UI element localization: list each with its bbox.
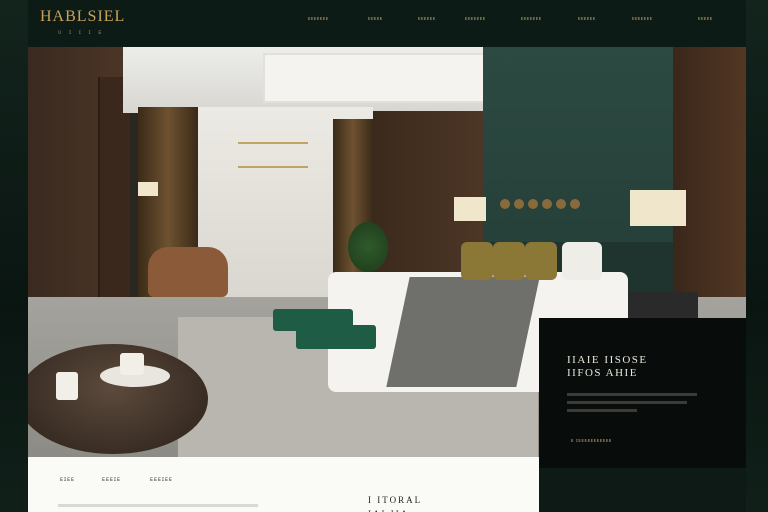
- pillow: [525, 242, 557, 280]
- logo-tagline: ᴜ ɪ ɪ ɪ ᴇ: [58, 30, 105, 36]
- footer-tab-1[interactable]: ᴇɪᴇᴇ: [60, 477, 75, 483]
- footer-tab-3[interactable]: ᴇᴇᴇɪᴇᴇ: [150, 477, 173, 483]
- pillow: [461, 242, 493, 280]
- nav-item-6[interactable]: ᴇᴇᴇᴇᴇᴇ: [578, 16, 596, 22]
- cup: [120, 353, 144, 375]
- footer-section: ᴇɪᴇᴇ ᴇᴇᴇɪᴇ ᴇᴇᴇɪᴇᴇ I ITORAL IAI IIA: [28, 457, 539, 512]
- nav-item-4[interactable]: ᴇᴇᴇᴇᴇᴇᴇ: [465, 16, 486, 22]
- nav-item-3[interactable]: ᴇᴇᴇᴇᴇᴇ: [418, 16, 436, 22]
- header-bar: HABLSIEL ᴜ ɪ ɪ ɪ ᴇ ᴇᴇᴇᴇᴇᴇᴇ ᴇᴇᴇᴇᴇ ᴇᴇᴇᴇᴇᴇ …: [28, 0, 746, 47]
- site-logo[interactable]: HABLSIEL: [40, 8, 125, 26]
- plant: [348, 222, 388, 272]
- feature-panel: IIAIE IISOSE IIFOS AHIE ᴇ ɪᴇᴇᴇᴇᴇᴇᴇᴇᴇᴇᴇ: [539, 318, 746, 468]
- nav-item-5[interactable]: ᴇᴇᴇᴇᴇᴇᴇ: [521, 16, 542, 22]
- cup: [56, 372, 78, 400]
- lamp-right: [630, 190, 686, 226]
- feature-title: IIAIE IISOSE IIFOS AHIE: [567, 354, 648, 379]
- bed-runner: [386, 277, 540, 387]
- nav-item-2[interactable]: ᴇᴇᴇᴇᴇ: [368, 16, 383, 22]
- nav-item-7[interactable]: ᴇᴇᴇᴇᴇᴇᴇ: [632, 16, 653, 22]
- page-background-left: [0, 0, 28, 512]
- bench: [296, 325, 376, 349]
- armchair: [148, 247, 228, 297]
- website-frame: HABLSIEL ᴜ ɪ ɪ ɪ ᴇ ᴇᴇᴇᴇᴇᴇᴇ ᴇᴇᴇᴇᴇ ᴇᴇᴇᴇᴇ ᴇ …: [28, 0, 746, 512]
- feature-text-line: [567, 393, 697, 396]
- footer-tab-2[interactable]: ᴇᴇᴇɪᴇ: [102, 477, 121, 483]
- lamp-left: [454, 197, 486, 221]
- feature-text-line: [567, 401, 687, 404]
- chandelier: [238, 142, 308, 168]
- nav-item-8[interactable]: ᴇᴇᴇᴇᴇ: [698, 16, 713, 22]
- footer-divider: [58, 504, 258, 507]
- wall-decor: [500, 199, 590, 209]
- feature-text-line: [567, 409, 637, 412]
- pillow: [562, 242, 602, 280]
- feature-link[interactable]: ᴇ ɪᴇᴇᴇᴇᴇᴇᴇᴇᴇᴇᴇ: [571, 438, 612, 444]
- footer-title: I ITORAL IAI IIA: [368, 495, 423, 512]
- pillow: [493, 242, 525, 280]
- nav-item-1[interactable]: ᴇᴇᴇᴇᴇᴇᴇ: [308, 16, 329, 22]
- page-background-right: [746, 0, 768, 512]
- wall-sconce: [138, 182, 158, 196]
